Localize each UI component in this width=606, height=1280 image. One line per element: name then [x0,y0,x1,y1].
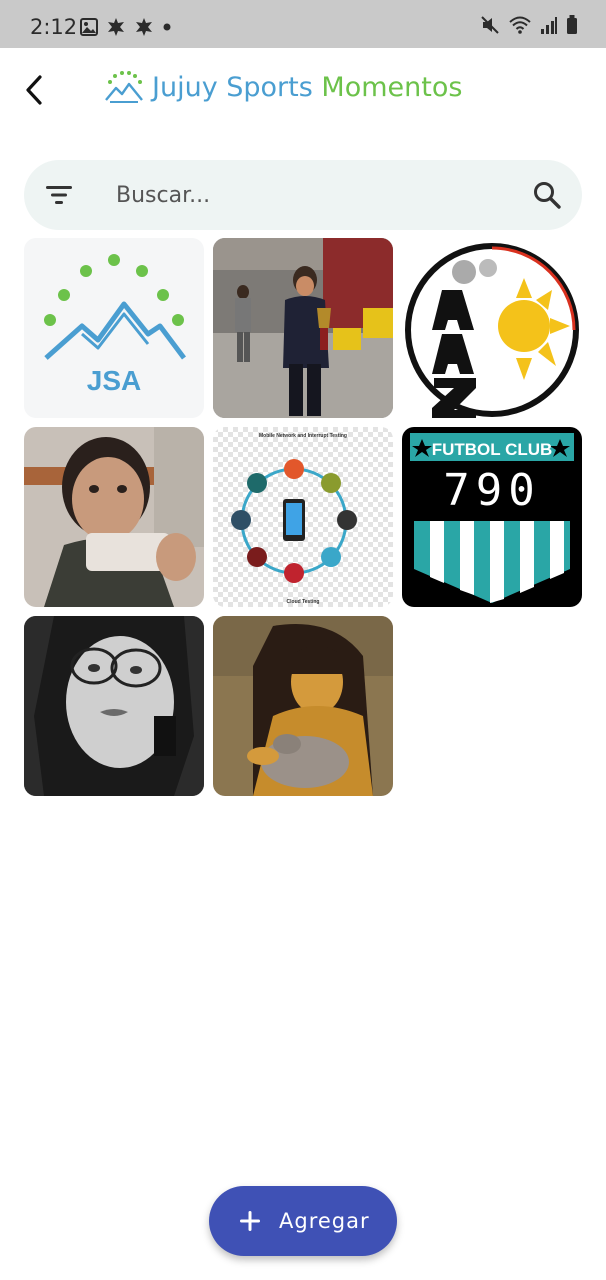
leaf-icon [136,18,152,36]
battery-icon [567,15,577,34]
club-number: 790 [443,465,540,516]
app-brand: Jujuy Sports Momentos [104,70,462,104]
search-button[interactable] [532,180,562,210]
pet-portrait-image [213,616,393,796]
filter-icon [46,186,72,204]
bw-portrait-image [24,616,204,796]
chevron-left-icon [26,75,42,105]
gallery-item-pet-portrait[interactable] [213,616,393,796]
image-icon [80,18,98,36]
club-title: FUTBOL CLUB [432,440,553,459]
dot-icon [163,23,171,31]
jsa-logo-text: JSA [87,365,141,396]
diagram-title: Mobile Network and Interrupt Testing [259,433,347,439]
futbol-club-image: FUTBOL CLUB 790 [402,427,582,607]
signal-icon [541,17,557,34]
gallery-item-selfie-photo[interactable] [24,427,204,607]
app-title-part1: Jujuy Sports [152,71,313,103]
mute-icon [481,16,499,34]
filter-button[interactable] [44,181,74,209]
testing-diagram-image: Mobile Network and Interrupt Testing Clo… [213,427,393,607]
status-notification-icons [80,17,172,37]
selfie-photo-image [24,427,204,607]
gallery-item-trophy-photo[interactable] [213,238,393,418]
status-bar: 2:12 [0,0,606,48]
search-bar [24,160,582,230]
gallery-item-aan-logo[interactable] [402,238,582,418]
search-icon [534,182,561,209]
back-button[interactable] [14,68,54,112]
plus-icon [240,1211,260,1231]
diagram-bottom-label: Cloud Testing [287,599,320,605]
app-title-part2: Momentos [321,71,463,103]
app-title: Jujuy Sports Momentos [152,72,462,103]
add-button[interactable]: Agregar [209,1186,397,1256]
status-time: 2:12 [30,15,78,39]
leaf-icon [108,18,124,36]
gallery-item-futbol-club[interactable]: FUTBOL CLUB 790 [402,427,582,607]
jsa-logo-image: JSA [24,238,204,418]
search-input[interactable] [116,160,516,230]
status-system-icons [480,15,578,35]
gallery-item-bw-portrait[interactable] [24,616,204,796]
aan-logo-image [402,238,582,418]
app-bar: Jujuy Sports Momentos [0,48,606,132]
wifi-icon [509,16,531,34]
add-button-label: Agregar [279,1209,370,1233]
trophy-photo-image [213,238,393,418]
mountain-logo-icon [105,71,143,103]
gallery-item-jsa-logo[interactable]: JSA [24,238,204,418]
gallery-item-testing-diagram[interactable]: Mobile Network and Interrupt Testing Clo… [213,427,393,607]
